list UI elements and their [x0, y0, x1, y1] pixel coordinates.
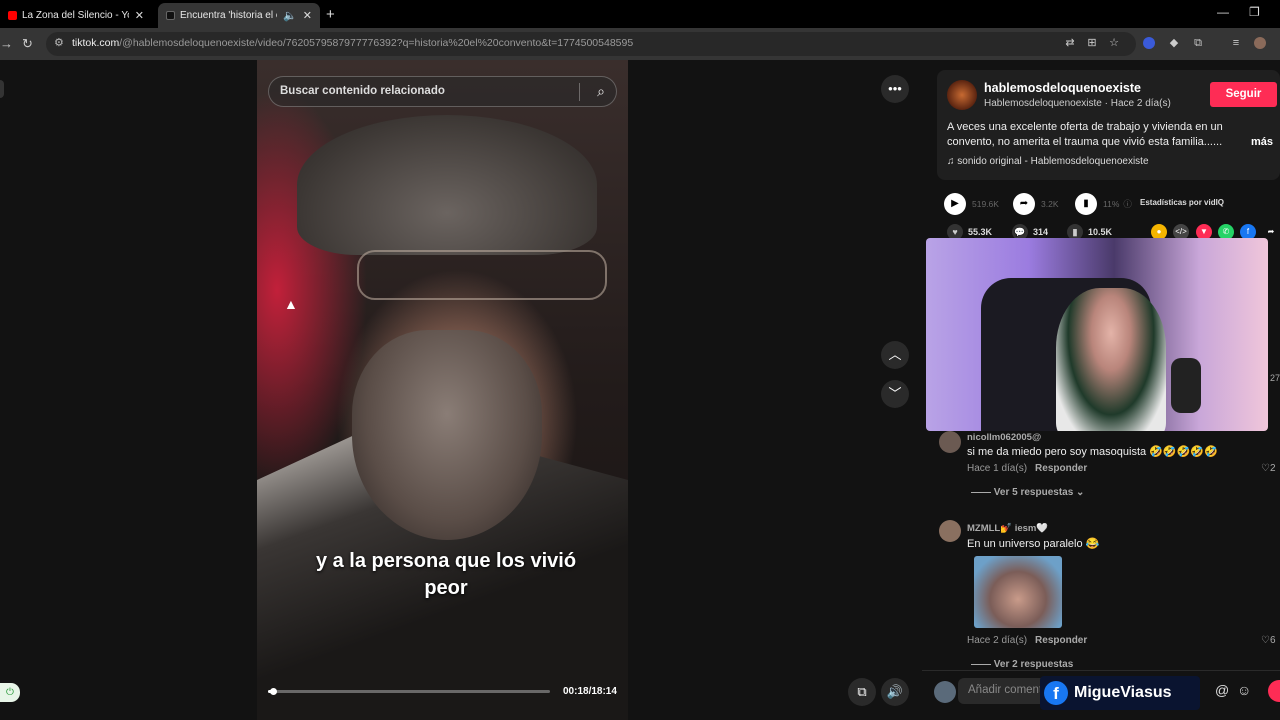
reply-button[interactable]: Responder [1035, 463, 1087, 474]
overlay-name: MigueViasus [1074, 684, 1172, 701]
search-divider [579, 83, 580, 101]
tab-youtube[interactable]: La Zona del Silencio - YouTube ✕ [0, 3, 152, 28]
sound-link[interactable]: ♫ sonido original - Hablemosdeloquenoexi… [947, 156, 1149, 167]
related-search-input[interactable]: Buscar contenido relacionado ⌕ [268, 76, 617, 107]
vidiq-label: Estadísticas por vidIQ [1140, 198, 1225, 207]
mute-tab-icon[interactable]: 🔈 [283, 9, 297, 22]
view-replies-button[interactable]: —— Ver 2 respuestas [971, 659, 1073, 669]
replies-line: —— [971, 659, 994, 669]
reading-list-icon[interactable]: ≡ [1230, 37, 1242, 49]
address-bar-row: → ↻ ⚙ tiktok.com/@hablemosdeloquenoexist… [0, 28, 1280, 60]
mention-icon[interactable]: @ [1215, 682, 1229, 698]
video-hat [297, 115, 597, 255]
tab-title: Encuentra 'historia el convento' [180, 10, 277, 21]
facebook-logo-icon: f [1044, 681, 1068, 705]
browser-tab-bar: La Zona del Silencio - YouTube ✕ Encuent… [0, 0, 1280, 28]
bookmark-star-icon[interactable]: ☆ [1108, 37, 1120, 49]
reload-icon[interactable]: ↻ [22, 36, 33, 52]
profile-avatar[interactable] [1254, 37, 1266, 49]
comment-text: si me da miedo pero soy masoquista 🤣🤣🤣🤣🤣 [967, 446, 1218, 458]
youtube-favicon-icon [8, 11, 17, 20]
comment-meta: Hace 1 día(s) Responder [967, 463, 1088, 474]
replies-line: —— [971, 487, 994, 498]
more-options-button[interactable]: ••• [881, 75, 909, 103]
new-tab-button[interactable]: + [326, 6, 335, 23]
caption-line-2: peor [424, 577, 468, 599]
comment-like-icon[interactable]: ♡2 [1261, 463, 1276, 474]
install-app-icon[interactable]: ⊞ [1086, 37, 1098, 49]
video-progress-bar[interactable] [268, 688, 550, 695]
extension-icon[interactable] [1143, 37, 1155, 49]
site-settings-icon[interactable]: ⚙ [54, 36, 64, 49]
video-time: 00:18/18:14 [563, 686, 617, 697]
comment-username[interactable]: nicollm062005@ [967, 432, 1041, 443]
search-placeholder: Buscar contenido relacionado [280, 85, 445, 97]
views-stat: ▶ 519.6K [944, 193, 999, 215]
my-avatar [934, 681, 956, 703]
search-icon[interactable]: ⌕ [597, 83, 605, 100]
follow-button[interactable]: Seguir [1210, 82, 1277, 107]
url-text: tiktok.com/@hablemosdeloquenoexiste/vide… [72, 37, 634, 49]
creator-username[interactable]: hablemosdeloquenoexiste [984, 81, 1141, 95]
mouse-cursor-icon: ▲ [284, 296, 298, 312]
next-video-button[interactable]: ﹀ [881, 380, 909, 408]
volume-icon[interactable]: 🔊 [881, 678, 909, 706]
share-arrow-icon: ➦ [1013, 193, 1035, 215]
commenter-avatar[interactable] [939, 431, 961, 453]
maximize-icon[interactable]: ❐ [1249, 5, 1260, 19]
facebook-overlay-badge: f MigueViasus [1040, 676, 1200, 710]
play-icon: ▶ [944, 193, 966, 215]
translate-icon[interactable]: ⇄ [1064, 37, 1076, 49]
progress-knob[interactable] [269, 688, 277, 695]
comment-meta: Hace 2 día(s) Responder [967, 635, 1088, 646]
tiktok-favicon-icon [166, 11, 175, 20]
music-note-icon: ♫ [947, 156, 958, 167]
chevron-down-icon: ⌄ [1073, 487, 1085, 498]
tab-title: La Zona del Silencio - YouTube [22, 10, 129, 21]
video-caption: y a la persona que los vivió peor [257, 548, 635, 602]
video-player[interactable] [257, 60, 628, 720]
creator-subline: Hablemosdeloquenoexiste · Hace 2 día(s) [984, 98, 1171, 109]
creator-avatar[interactable] [947, 80, 977, 110]
webcam-person [1056, 288, 1166, 431]
url-input[interactable]: ⚙ tiktok.com/@hablemosdeloquenoexiste/vi… [46, 32, 1136, 56]
info-icon: ⓘ [1123, 199, 1132, 209]
bar-chart-icon: ▮ [1075, 193, 1097, 215]
tab-tiktok[interactable]: Encuentra 'historia el convento' 🔈 ✕ [158, 3, 320, 28]
video-glasses [357, 250, 607, 300]
comment-username[interactable]: MZMLL💅 iesm🤍 [967, 523, 1048, 534]
comment-image[interactable] [974, 556, 1062, 628]
comment-like-icon[interactable]: ♡6 [1261, 635, 1276, 646]
webcam-microphone [1171, 358, 1201, 413]
minimize-icon[interactable]: — [1217, 5, 1229, 19]
floating-player-icon[interactable]: ⧉ [848, 678, 876, 706]
forward-icon[interactable]: → [0, 36, 13, 51]
extension-diamond-icon[interactable]: ◆ [1168, 37, 1180, 49]
extensions-puzzle-icon[interactable]: ⧉ [1192, 37, 1204, 49]
left-edge-tab[interactable] [0, 80, 4, 98]
caption-line-1: y a la persona que los vivió [315, 550, 577, 572]
streamer-webcam-overlay [926, 238, 1268, 431]
view-replies-button[interactable]: —— Ver 5 respuestas ⌄ [971, 487, 1084, 498]
comment-text: En un universo paralelo 😂 [967, 538, 1100, 550]
shares-stat: ➦ 3.2K [1013, 193, 1059, 215]
close-tab-icon[interactable]: ✕ [303, 9, 312, 22]
side-number: 27 [1270, 373, 1280, 383]
more-link[interactable]: más [1251, 136, 1273, 148]
reply-button[interactable]: Responder [1035, 635, 1087, 646]
previous-video-button[interactable]: ︿ [881, 341, 909, 369]
post-description: A veces una excelente oferta de trabajo … [947, 121, 1223, 148]
green-widget-icon[interactable]: ⏻ [0, 683, 20, 702]
close-tab-icon[interactable]: ✕ [135, 9, 144, 22]
video-beard [352, 330, 542, 540]
emoji-icon[interactable]: ☺ [1237, 682, 1251, 698]
commenter-avatar[interactable] [939, 520, 961, 542]
percent-stat: ▮ 11% ⓘ [1075, 193, 1132, 215]
